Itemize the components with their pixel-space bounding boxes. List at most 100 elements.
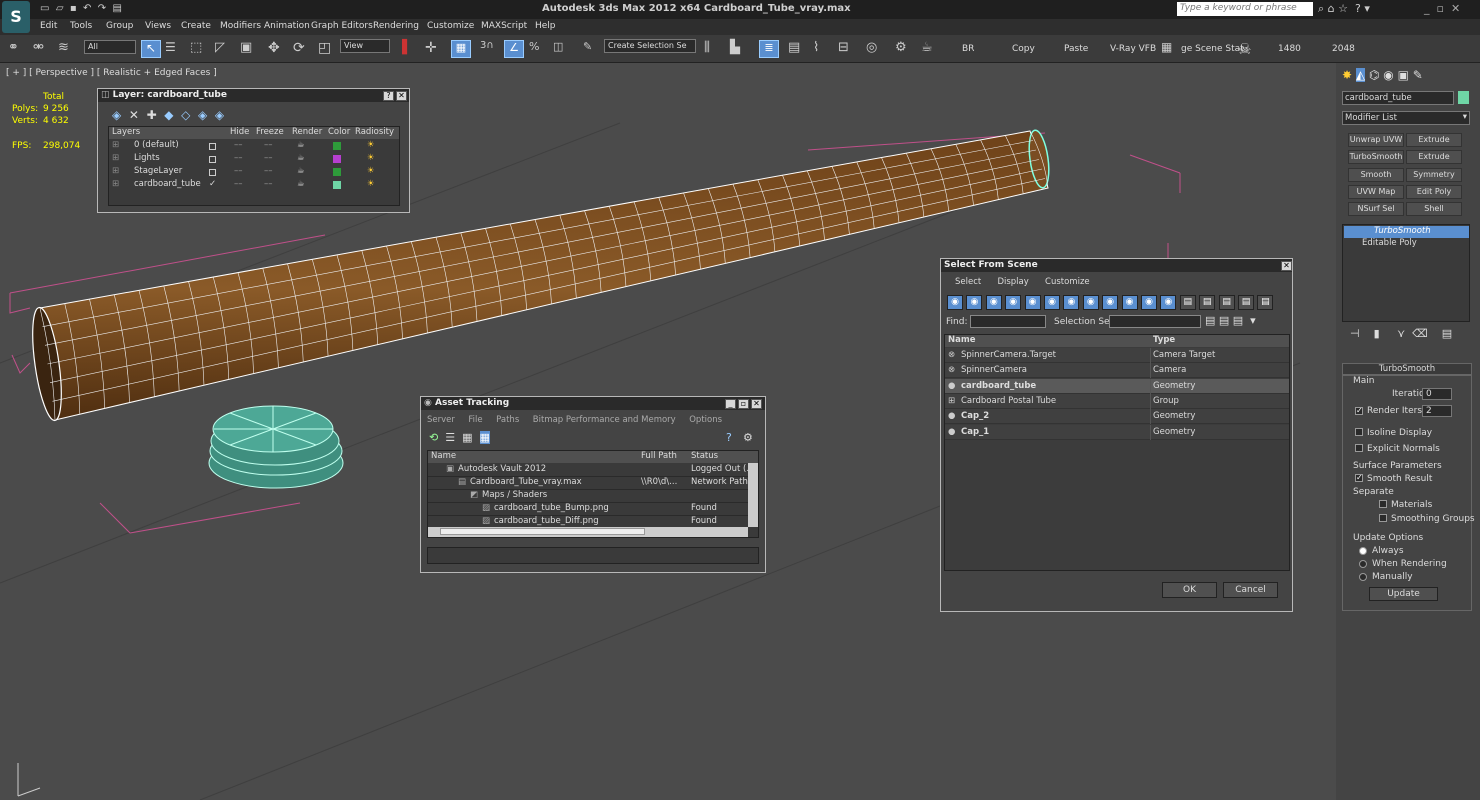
object-name[interactable]: cardboard_tube <box>961 379 1036 394</box>
object-name[interactable]: Cap_2 <box>961 409 989 424</box>
select-object-icon[interactable]: ↖ <box>141 40 161 58</box>
width-button[interactable]: 1480 <box>1278 44 1301 54</box>
hide-toggle[interactable]: –– <box>234 166 243 176</box>
menu-server[interactable]: Server <box>427 415 455 425</box>
copy-button[interactable]: Copy <box>1012 44 1035 54</box>
bind-space-warp-icon[interactable]: ≋ <box>58 40 78 58</box>
current-layer-checkbox[interactable] <box>209 156 216 163</box>
freeze-all-icon[interactable]: ◈ <box>215 108 224 122</box>
delete-layer-icon[interactable]: ✕ <box>129 108 139 122</box>
maximize-button[interactable]: ▫ <box>738 399 749 409</box>
menu-help[interactable]: Help <box>535 21 556 31</box>
filter-type-icon[interactable]: ◉ <box>1160 295 1177 310</box>
layer-row[interactable]: ⊞ StageLayer –– –– ☕ ☀ <box>109 166 399 179</box>
scene-object-row[interactable]: ● cardboard_tube Geometry <box>945 378 1289 394</box>
named-selection-dropdown[interactable]: Create Selection Se <box>604 39 696 53</box>
layer-name[interactable]: Lights <box>134 153 160 163</box>
app-logo-icon[interactable]: S <box>2 1 30 33</box>
filter-type-icon[interactable]: ◉ <box>1082 295 1099 310</box>
object-name[interactable]: SpinnerCamera.Target <box>961 348 1056 363</box>
filter-type-icon[interactable]: ◉ <box>947 295 963 310</box>
filter-type-icon[interactable]: ◉ <box>985 295 1002 310</box>
link-icon[interactable]: ⚭ <box>8 40 28 58</box>
redo-icon[interactable]: ↷ <box>98 3 106 14</box>
rect-selection-icon[interactable]: ⬚ <box>190 40 210 58</box>
select-from-scene-window[interactable]: Select From Scene ✕ Select Display Custo… <box>940 258 1293 612</box>
filter-type-icon[interactable]: ▤ <box>1179 295 1196 310</box>
expand-icon[interactable]: ⊞ <box>112 179 119 189</box>
curve-editor-icon[interactable]: ⌇ <box>813 40 833 58</box>
object-name[interactable]: Cardboard Postal Tube <box>961 394 1056 409</box>
radiosity-icon[interactable]: ☀ <box>367 179 375 189</box>
modifier-list-dropdown[interactable]: Modifier List ▾ <box>1342 111 1470 125</box>
freeze-toggle[interactable]: –– <box>264 153 273 163</box>
utilities-tab-icon[interactable]: ✎ <box>1413 68 1423 82</box>
menu-bitmap[interactable]: Bitmap Performance and Memory <box>533 415 676 425</box>
always-radio[interactable] <box>1359 547 1367 555</box>
menu-options[interactable]: Options <box>689 415 722 425</box>
modify-tab-icon[interactable]: ◭ <box>1355 68 1366 82</box>
layer-name[interactable]: cardboard_tube <box>134 179 201 189</box>
snap-toggle-icon[interactable]: 3∩ <box>480 40 500 58</box>
col-status[interactable]: Status <box>691 451 718 461</box>
list-icon[interactable]: ☰ <box>445 431 455 444</box>
render-teapot-icon[interactable]: ☕ <box>297 179 305 189</box>
col-type[interactable]: Type <box>1153 335 1175 345</box>
hide-all-icon[interactable]: ◈ <box>198 108 207 122</box>
scene-states-button[interactable]: ge Scene Stat <box>1181 44 1244 54</box>
material-editor-icon[interactable]: ◎ <box>866 40 886 58</box>
schematic-view-icon[interactable]: ⊟ <box>838 40 858 58</box>
smooth-result-checkbox[interactable]: ✓ <box>1355 474 1363 482</box>
perspective-viewport[interactable]: [ + ] [ Perspective ] [ Realistic + Edge… <box>0 63 1336 800</box>
new-file-icon[interactable]: ▭ <box>40 3 49 14</box>
menu-graph-editors[interactable]: Graph Editors <box>311 21 373 31</box>
object-color-swatch[interactable] <box>1458 91 1469 104</box>
close-button[interactable]: ✕ <box>751 399 762 409</box>
filter-type-icon[interactable]: ◉ <box>1024 295 1041 310</box>
explicit-normals-checkbox[interactable] <box>1355 444 1363 452</box>
expand-icon[interactable]: ⊞ <box>112 153 119 163</box>
iterations-spinner[interactable]: 0 <box>1422 388 1452 400</box>
turbosmooth-rollout-header[interactable]: TurboSmooth <box>1342 363 1472 375</box>
modifier-button[interactable]: Unwrap UVW <box>1348 133 1404 147</box>
freeze-toggle[interactable]: –– <box>264 140 273 150</box>
vertical-scrollbar[interactable] <box>748 463 758 527</box>
col-color[interactable]: Color <box>328 127 350 137</box>
scene-object-row[interactable]: ⊗ SpinnerCamera Camera <box>945 363 1289 379</box>
modifier-button[interactable]: TurboSmooth <box>1348 150 1404 165</box>
thumbnail-icon[interactable]: ▦ <box>462 431 472 444</box>
render-iters-spinner[interactable]: 2 <box>1422 405 1452 417</box>
align-icon[interactable]: ▙ <box>730 40 750 58</box>
asset-row[interactable]: ▨ cardboard_tube_Bump.png Found <box>428 503 748 516</box>
rotate-icon[interactable]: ⟳ <box>293 40 313 58</box>
scene-object-row[interactable]: ⊞ Cardboard Postal Tube Group <box>945 393 1289 409</box>
keyboard-shortcut-icon[interactable]: ▦ <box>451 40 471 58</box>
menu-customize[interactable]: Customize <box>1045 277 1090 287</box>
minimize-button[interactable]: _ <box>725 399 736 409</box>
infocenter-icons[interactable]: ⌕ ⌂ ☆ ? ▾ <box>1318 2 1370 16</box>
menu-animation[interactable]: Animation <box>264 21 310 31</box>
asset-row[interactable]: ◩ Maps / Shaders <box>428 490 748 503</box>
height-button[interactable]: 2048 <box>1332 44 1355 54</box>
scene-states-icon[interactable]: ▦ <box>1161 40 1181 58</box>
select-by-name-icon[interactable]: ☰ <box>165 40 185 58</box>
render-teapot-icon[interactable]: ☕ <box>297 166 305 176</box>
select-window-title[interactable]: Select From Scene <box>941 259 1292 272</box>
filter-type-icon[interactable]: ◉ <box>1121 295 1138 310</box>
filter-type-icon[interactable]: ◉ <box>1063 295 1080 310</box>
cancel-button[interactable]: Cancel <box>1223 582 1278 598</box>
window-crossing-icon[interactable]: ◸ <box>215 40 235 58</box>
ref-coord-dropdown[interactable]: View <box>340 39 390 53</box>
asset-row[interactable]: ▤ Cardboard_Tube_vray.max \\R0\d\... Net… <box>428 477 748 490</box>
display-tab-icon[interactable]: ▣ <box>1398 68 1409 82</box>
edit-named-sel-icon[interactable]: ✎ <box>583 40 603 58</box>
current-layer-checkbox[interactable]: ✓ <box>209 179 216 189</box>
layer-color-swatch[interactable] <box>333 142 341 150</box>
menu-rendering[interactable]: Rendering <box>373 21 419 31</box>
modifier-button[interactable]: Shell <box>1406 202 1462 217</box>
col-name[interactable]: Name <box>431 451 456 461</box>
asset-name[interactable]: Maps / Shaders <box>482 490 547 500</box>
open-file-icon[interactable]: ▱ <box>56 3 64 14</box>
create-tab-icon[interactable]: ✸ <box>1342 68 1352 82</box>
filter-type-icon[interactable]: ◉ <box>1044 295 1060 310</box>
